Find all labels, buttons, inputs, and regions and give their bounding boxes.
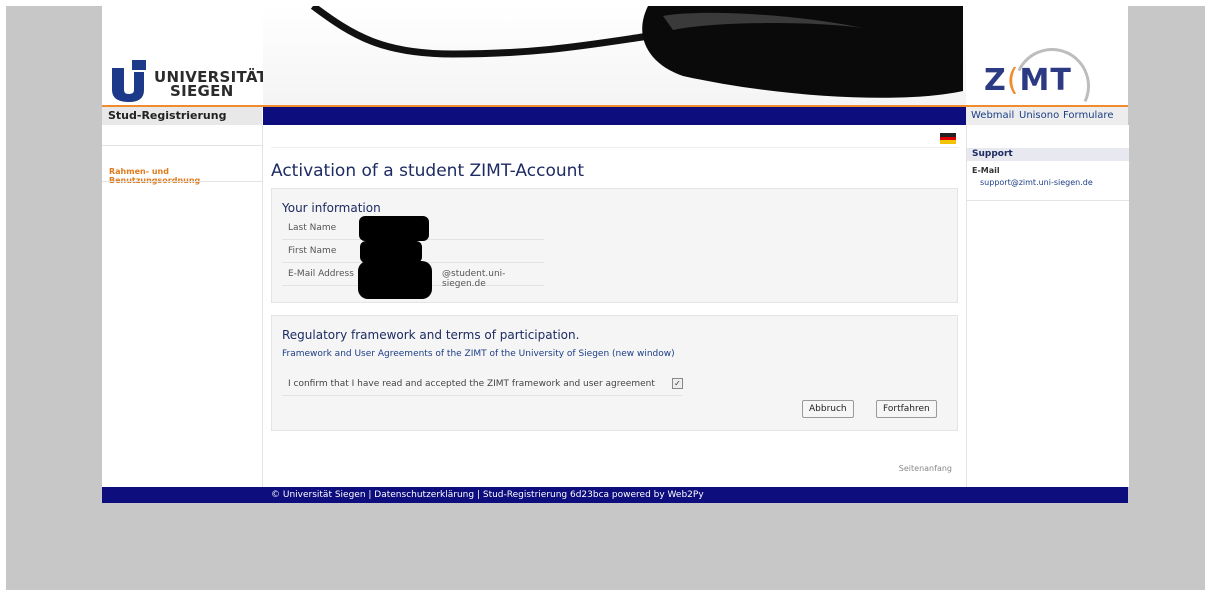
framework-link[interactable]: Framework and User Agreements of the ZIM… bbox=[282, 349, 675, 359]
terms-panel: Regulatory framework and terms of partic… bbox=[271, 315, 958, 431]
left-sidebar: Rahmen- und Benutzungsordnung bbox=[102, 125, 263, 487]
terms-heading: Regulatory framework and terms of partic… bbox=[282, 328, 580, 342]
divider bbox=[102, 181, 262, 182]
divider bbox=[271, 147, 959, 148]
header-banner-image bbox=[263, 6, 966, 106]
footer: © Universität Siegen | Datenschutzerklär… bbox=[102, 487, 1128, 503]
link-webmail[interactable]: Webmail bbox=[971, 110, 1014, 121]
university-logo-mark-icon bbox=[112, 60, 146, 102]
cancel-button[interactable]: Abbruch bbox=[802, 400, 854, 418]
confirm-label: I confirm that I have read and accepted … bbox=[288, 379, 655, 389]
nav-bar bbox=[263, 107, 966, 125]
german-flag-icon[interactable] bbox=[940, 133, 956, 144]
support-email-link[interactable]: support@zimt.uni-siegen.de bbox=[980, 178, 1093, 187]
section-title-bar: Stud-Registrierung bbox=[102, 107, 262, 125]
continue-button[interactable]: Fortfahren bbox=[876, 400, 937, 418]
sidebar-link-framework[interactable]: Rahmen- und Benutzungsordnung bbox=[109, 167, 262, 185]
support-heading: Support bbox=[967, 148, 1129, 161]
main-content: Activation of a student ZIMT-Account You… bbox=[263, 125, 966, 487]
redaction bbox=[358, 261, 432, 299]
footer-text[interactable]: © Universität Siegen | Datenschutzerklär… bbox=[271, 490, 704, 500]
divider bbox=[102, 145, 262, 146]
page-title: Activation of a student ZIMT-Account bbox=[271, 161, 585, 181]
confirm-checkbox[interactable]: ✓ bbox=[672, 378, 683, 389]
redaction bbox=[360, 241, 422, 263]
info-panel: Your information Last Name First Name E-… bbox=[271, 188, 958, 303]
link-formulare[interactable]: Formulare bbox=[1063, 110, 1113, 121]
redaction bbox=[359, 216, 429, 241]
confirm-row: I confirm that I have read and accepted … bbox=[282, 371, 683, 396]
divider bbox=[967, 200, 1129, 201]
info-heading: Your information bbox=[282, 201, 381, 215]
back-to-top-link[interactable]: Seitenanfang bbox=[899, 464, 952, 473]
section-title: Stud-Registrierung bbox=[108, 109, 227, 122]
right-sidebar: Support E-Mail support@zimt.uni-siegen.d… bbox=[966, 125, 1129, 487]
zimt-logo[interactable]: Z(MT bbox=[966, 6, 1128, 135]
link-unisono[interactable]: Unisono bbox=[1019, 110, 1059, 121]
quick-links: Webmail Unisono Formulare bbox=[966, 107, 1128, 125]
university-logo[interactable]: UNIVERSITÄT SIEGEN bbox=[102, 6, 267, 106]
page-container: UNIVERSITÄT SIEGEN Z(MT Stud-Registrieru… bbox=[102, 6, 1129, 503]
email-label: E-Mail bbox=[972, 166, 1000, 175]
university-name: UNIVERSITÄT SIEGEN bbox=[154, 68, 268, 100]
